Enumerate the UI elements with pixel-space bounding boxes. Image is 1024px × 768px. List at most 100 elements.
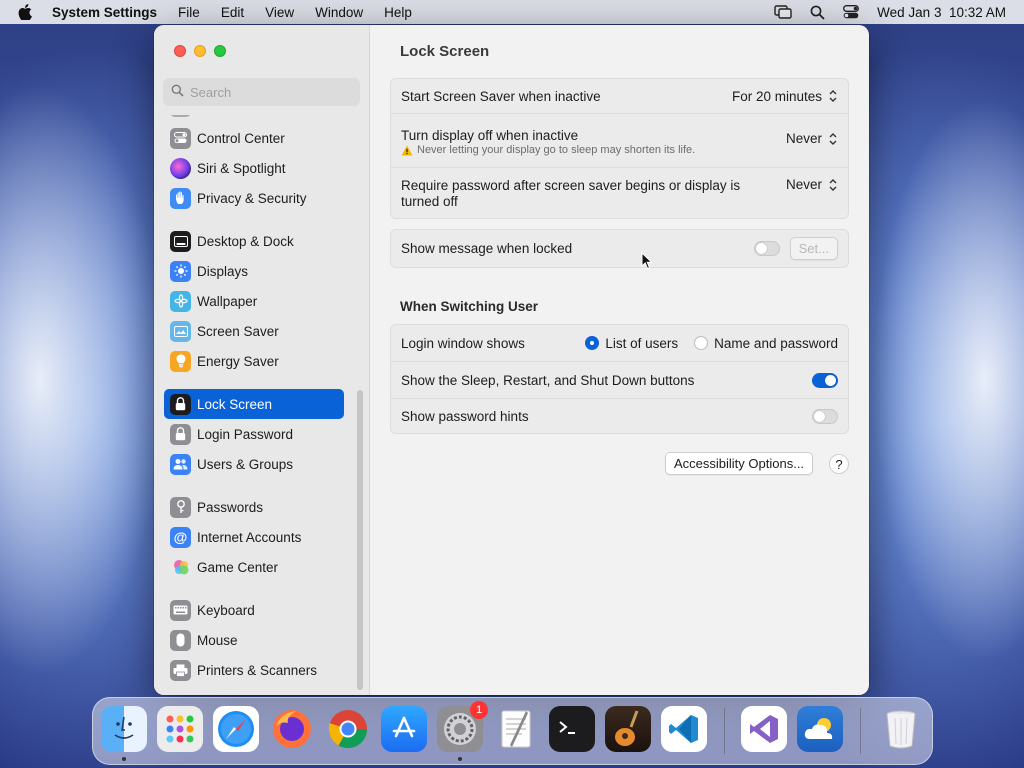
display-off-popup[interactable]: Never bbox=[786, 131, 838, 146]
sidebar-scrollbar[interactable] bbox=[357, 390, 363, 690]
sidebar-item-wallpaper[interactable]: Wallpaper bbox=[164, 286, 344, 316]
sidebar-item-control-center[interactable]: Control Center bbox=[164, 123, 344, 153]
password-hints-toggle[interactable] bbox=[812, 409, 838, 424]
password-hints-label: Show password hints bbox=[401, 409, 529, 424]
sleep-buttons-label: Show the Sleep, Restart, and Shut Down b… bbox=[401, 372, 695, 388]
sidebar-item-label: Energy Saver bbox=[197, 353, 279, 369]
vscode-icon[interactable] bbox=[661, 706, 707, 752]
key-icon bbox=[170, 496, 191, 518]
chrome-icon[interactable] bbox=[325, 706, 371, 752]
at-icon: @ bbox=[170, 526, 191, 548]
sidebar: Control Center Siri & Spotlight Privacy … bbox=[154, 25, 370, 695]
app-name-menu[interactable]: System Settings bbox=[52, 5, 157, 20]
login-window-row: Login window shows List of users Name an… bbox=[391, 325, 848, 362]
display-off-value: Never bbox=[785, 131, 822, 146]
radio-dot-selected bbox=[585, 336, 600, 350]
sidebar-item-lock-screen[interactable]: Lock Screen bbox=[164, 389, 344, 419]
siri-icon bbox=[170, 157, 191, 179]
control-center-menu-icon[interactable] bbox=[843, 5, 860, 19]
sidebar-item-keyboard[interactable]: Keyboard bbox=[164, 595, 344, 625]
dock-icon bbox=[170, 230, 191, 252]
sidebar-item-internet-accounts[interactable]: @ Internet Accounts bbox=[164, 522, 344, 552]
minimize-window-button[interactable] bbox=[194, 45, 206, 57]
spotlight-search-icon[interactable] bbox=[810, 5, 825, 20]
screen-mirroring-icon[interactable] bbox=[774, 5, 792, 19]
sidebar-item-privacy-security[interactable]: Privacy & Security bbox=[164, 183, 344, 213]
sidebar-item-login-password[interactable]: Login Password bbox=[164, 419, 344, 449]
sidebar-item-users-groups[interactable]: Users & Groups bbox=[164, 449, 344, 479]
sidebar-item-label: Users & Groups bbox=[197, 456, 294, 472]
app-store-icon[interactable] bbox=[381, 706, 427, 752]
close-window-button[interactable] bbox=[174, 45, 186, 57]
sidebar-search[interactable] bbox=[163, 78, 360, 106]
terminal-icon[interactable] bbox=[549, 706, 595, 752]
menu-window[interactable]: Window bbox=[315, 5, 363, 20]
launchpad-icon[interactable] bbox=[157, 706, 203, 752]
garageband-icon[interactable] bbox=[605, 706, 651, 752]
sidebar-item-displays[interactable]: Displays bbox=[164, 256, 344, 286]
menu-edit[interactable]: Edit bbox=[221, 5, 244, 20]
help-button[interactable]: ? bbox=[829, 454, 849, 474]
require-password-value: Never bbox=[785, 177, 822, 192]
dock-separator bbox=[860, 708, 861, 754]
menu-view[interactable]: View bbox=[265, 5, 294, 20]
menubar-clock[interactable]: Wed Jan 3 10:32 AM bbox=[877, 5, 1006, 20]
cutoff-item-icon bbox=[170, 115, 191, 117]
sleep-buttons-toggle[interactable] bbox=[812, 372, 838, 388]
radio-name-and-password[interactable]: Name and password bbox=[694, 336, 838, 351]
system-settings-window: Control Center Siri & Spotlight Privacy … bbox=[154, 25, 869, 695]
finder-icon[interactable] bbox=[101, 706, 147, 752]
password-hints-row: Show password hints bbox=[391, 399, 848, 434]
visual-studio-icon[interactable] bbox=[741, 706, 787, 752]
window-controls bbox=[174, 45, 226, 57]
users-icon bbox=[170, 453, 191, 475]
sidebar-item-game-center[interactable]: Game Center bbox=[164, 552, 344, 582]
require-password-popup[interactable]: Never bbox=[786, 177, 838, 192]
sidebar-item-label: Wallpaper bbox=[197, 293, 258, 309]
sidebar-item-label: Login Password bbox=[197, 426, 294, 442]
switching-user-heading: When Switching User bbox=[400, 299, 539, 314]
switching-user-group: Login window shows List of users Name an… bbox=[390, 324, 849, 434]
firefox-icon[interactable] bbox=[269, 706, 315, 752]
sidebar-item-label: Screen Saver bbox=[197, 323, 279, 339]
sidebar-item-label: Keyboard bbox=[197, 602, 255, 618]
apple-menu-icon[interactable] bbox=[18, 4, 36, 20]
menu-bar: System Settings File Edit View Window He… bbox=[0, 0, 1024, 24]
sidebar-item-printers-scanners[interactable]: Printers & Scanners bbox=[164, 655, 344, 685]
accessibility-options-button[interactable]: Accessibility Options... bbox=[665, 452, 814, 475]
sidebar-item-passwords[interactable]: Passwords bbox=[164, 492, 344, 522]
chevron-updown-icon bbox=[829, 178, 837, 191]
sidebar-item-mouse[interactable]: Mouse bbox=[164, 625, 344, 655]
require-password-label: Require password after screen saver begi… bbox=[401, 177, 741, 209]
set-message-button[interactable]: Set... bbox=[789, 237, 838, 260]
sun-icon bbox=[170, 260, 191, 282]
sidebar-item-screen-saver[interactable]: Screen Saver bbox=[164, 316, 344, 346]
sidebar-item-energy-saver[interactable]: Energy Saver bbox=[164, 346, 344, 376]
sidebar-item-label: Displays bbox=[197, 263, 249, 279]
mouse-icon bbox=[170, 629, 191, 651]
zoom-window-button[interactable] bbox=[214, 45, 226, 57]
sidebar-item-label: Passwords bbox=[197, 499, 264, 515]
lock-icon bbox=[170, 423, 191, 445]
sidebar-item-desktop-dock[interactable]: Desktop & Dock bbox=[164, 226, 344, 256]
radio-list-of-users[interactable]: List of users bbox=[585, 336, 678, 351]
search-input[interactable] bbox=[190, 84, 350, 100]
menu-file[interactable]: File bbox=[178, 5, 200, 20]
weather-icon[interactable] bbox=[797, 706, 843, 752]
screen-saver-value: For 20 minutes bbox=[731, 88, 822, 104]
dock-separator bbox=[724, 708, 725, 754]
lock-timing-group: Start Screen Saver when inactive For 20 … bbox=[390, 78, 849, 219]
safari-icon[interactable] bbox=[213, 706, 259, 752]
sidebar-item-siri-spotlight[interactable]: Siri & Spotlight bbox=[164, 153, 344, 183]
message-row: Show message when locked Set... bbox=[391, 230, 848, 267]
display-off-warning: Never letting your display go to sleep m… bbox=[401, 144, 695, 156]
textedit-icon[interactable] bbox=[493, 706, 539, 752]
settings-gear-icon[interactable]: 1 bbox=[437, 701, 488, 752]
trash-icon[interactable] bbox=[878, 706, 924, 752]
menu-help[interactable]: Help bbox=[384, 5, 412, 20]
warning-text: Never letting your display go to sleep m… bbox=[417, 144, 696, 156]
sleep-buttons-row: Show the Sleep, Restart, and Shut Down b… bbox=[391, 362, 848, 399]
message-toggle[interactable] bbox=[753, 241, 780, 256]
page-title: Lock Screen bbox=[400, 43, 490, 60]
screen-saver-popup[interactable]: For 20 minutes bbox=[732, 89, 838, 104]
